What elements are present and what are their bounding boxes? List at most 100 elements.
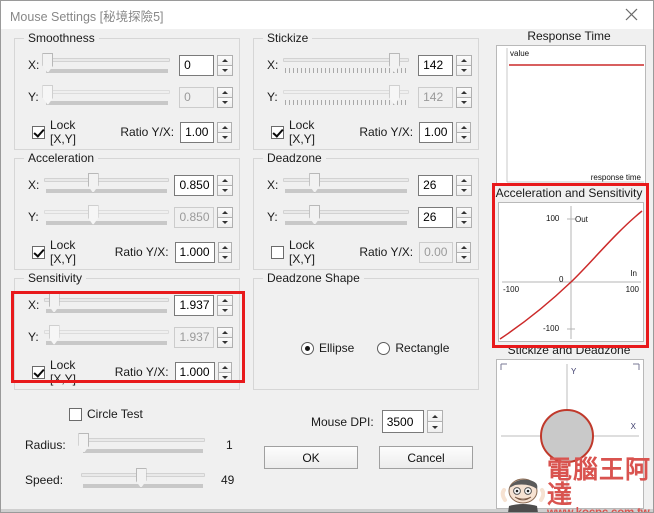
- spinner-down-button[interactable]: [456, 251, 471, 263]
- spinner-up-button[interactable]: [426, 410, 443, 421]
- acceleration-x-slider[interactable]: [43, 172, 170, 198]
- spinner-down-button[interactable]: [456, 64, 473, 76]
- smoothness-y-spinner[interactable]: [217, 86, 234, 108]
- acceleration-lock-checkbox[interactable]: Lock [X,Y]: [32, 238, 98, 266]
- stickize-lock-checkbox[interactable]: Lock [X,Y]: [271, 118, 338, 146]
- sensitivity-ratio-value[interactable]: 1.000: [174, 361, 215, 383]
- spinner-down-button[interactable]: [456, 131, 471, 143]
- radio-ellipse[interactable]: Ellipse: [301, 341, 354, 355]
- circle-test-checkbox[interactable]: Circle Test: [69, 407, 143, 421]
- spinner-up-button[interactable]: [217, 206, 233, 217]
- mouse-dpi-spinner[interactable]: [426, 410, 443, 433]
- sensitivity-y-slider[interactable]: [43, 324, 170, 350]
- sensitivity-x-spinner[interactable]: [217, 294, 233, 316]
- spinner-down-button[interactable]: [217, 216, 233, 228]
- spinner-up-button[interactable]: [217, 361, 232, 372]
- slider-thumb[interactable]: [388, 53, 400, 73]
- stickize-ratio-value[interactable]: 1.00: [419, 121, 454, 143]
- slider-thumb[interactable]: [388, 85, 400, 105]
- spinner-down-button[interactable]: [217, 131, 232, 143]
- stickize-deadzone-title: Stickize and Deadzone: [507, 343, 631, 357]
- spinner-up-button[interactable]: [217, 86, 234, 97]
- spinner-down-button[interactable]: [217, 371, 232, 383]
- slider-thumb[interactable]: [42, 53, 54, 73]
- deadzone-x-spinner[interactable]: [456, 174, 473, 196]
- slider-thumb[interactable]: [87, 205, 99, 225]
- stickize-x-slider[interactable]: [282, 52, 410, 78]
- stickize-y-spinner[interactable]: [456, 86, 473, 108]
- deadzone-ratio-spinner[interactable]: [456, 241, 471, 263]
- spinner-down-button[interactable]: [456, 96, 473, 108]
- spinner-down-button[interactable]: [217, 96, 234, 108]
- spinner-up-button[interactable]: [217, 121, 232, 132]
- acceleration-x-value[interactable]: 0.850: [174, 174, 215, 196]
- cancel-button[interactable]: Cancel: [379, 446, 473, 469]
- spinner-up-button[interactable]: [217, 326, 233, 337]
- radio-rectangle[interactable]: Rectangle: [377, 341, 449, 355]
- deadzone-y-value[interactable]: 26: [418, 206, 454, 228]
- deadzone-lock-checkbox[interactable]: Lock [X,Y]: [271, 238, 338, 266]
- deadzone-ratio-value[interactable]: 0.00: [419, 241, 454, 263]
- spinner-up-button[interactable]: [456, 121, 471, 132]
- acceleration-y-value[interactable]: 0.850: [174, 206, 215, 228]
- stickize-ratio-spinner[interactable]: [456, 121, 471, 143]
- sensitivity-lock-checkbox[interactable]: Lock [X,Y]: [32, 358, 98, 386]
- spinner-down-button[interactable]: [217, 336, 233, 348]
- slider-thumb[interactable]: [309, 173, 321, 193]
- slider-thumb[interactable]: [48, 293, 60, 313]
- spinner-up-button[interactable]: [217, 241, 232, 252]
- spinner-down-button[interactable]: [217, 184, 233, 196]
- spinner-down-button[interactable]: [456, 184, 473, 196]
- smoothness-x-slider[interactable]: [42, 52, 171, 78]
- spinner-down-button[interactable]: [426, 421, 443, 433]
- slider-thumb[interactable]: [42, 85, 54, 105]
- sensitivity-x-value[interactable]: 1.937: [174, 294, 215, 316]
- acceleration-y-spinner[interactable]: [217, 206, 233, 228]
- slider-thumb[interactable]: [309, 205, 321, 225]
- spinner-up-button[interactable]: [217, 174, 233, 185]
- stickize-y-value[interactable]: 142: [418, 86, 454, 108]
- deadzone-y-spinner[interactable]: [456, 206, 473, 228]
- acceleration-ratio-spinner[interactable]: [217, 241, 232, 263]
- spinner-up-button[interactable]: [217, 54, 234, 65]
- smoothness-ratio-value[interactable]: 1.00: [180, 121, 215, 143]
- sensitivity-x-slider[interactable]: [43, 292, 170, 318]
- stickize-x-value[interactable]: 142: [418, 54, 454, 76]
- radius-slider[interactable]: [78, 432, 205, 458]
- slider-thumb[interactable]: [48, 325, 60, 345]
- spinner-up-button[interactable]: [456, 174, 473, 185]
- slider-thumb[interactable]: [87, 173, 99, 193]
- mouse-dpi-input[interactable]: 3500: [381, 410, 424, 433]
- deadzone-x-value[interactable]: 26: [418, 174, 454, 196]
- sensitivity-y-spinner[interactable]: [217, 326, 233, 348]
- sensitivity-y-value[interactable]: 1.937: [174, 326, 215, 348]
- close-icon[interactable]: [609, 1, 653, 28]
- smoothness-ratio-spinner[interactable]: [217, 121, 232, 143]
- stickize-y-slider[interactable]: [282, 84, 410, 110]
- spinner-down-button[interactable]: [217, 304, 233, 316]
- smoothness-y-value[interactable]: 0: [179, 86, 215, 108]
- spinner-up-button[interactable]: [456, 86, 473, 97]
- spinner-down-button[interactable]: [217, 64, 234, 76]
- spinner-up-button[interactable]: [217, 294, 233, 305]
- smoothness-x-spinner[interactable]: [217, 54, 234, 76]
- deadzone-y-slider[interactable]: [282, 204, 410, 230]
- spinner-up-button[interactable]: [456, 54, 473, 65]
- slider-thumb[interactable]: [135, 468, 147, 488]
- slider-thumb[interactable]: [78, 433, 90, 453]
- sensitivity-ratio-spinner[interactable]: [217, 361, 232, 383]
- ok-button[interactable]: OK: [264, 446, 358, 469]
- deadzone-x-slider[interactable]: [282, 172, 410, 198]
- spinner-down-button[interactable]: [456, 216, 473, 228]
- smoothness-x-value[interactable]: 0: [179, 54, 215, 76]
- stickize-x-spinner[interactable]: [456, 54, 473, 76]
- smoothness-y-slider[interactable]: [42, 84, 171, 110]
- acceleration-x-spinner[interactable]: [217, 174, 233, 196]
- spinner-up-button[interactable]: [456, 206, 473, 217]
- spinner-up-button[interactable]: [456, 241, 471, 252]
- acceleration-ratio-value[interactable]: 1.000: [174, 241, 215, 263]
- spinner-down-button[interactable]: [217, 251, 232, 263]
- smoothness-lock-checkbox[interactable]: Lock [X,Y]: [32, 118, 99, 146]
- speed-slider[interactable]: [81, 467, 205, 493]
- acceleration-y-slider[interactable]: [43, 204, 170, 230]
